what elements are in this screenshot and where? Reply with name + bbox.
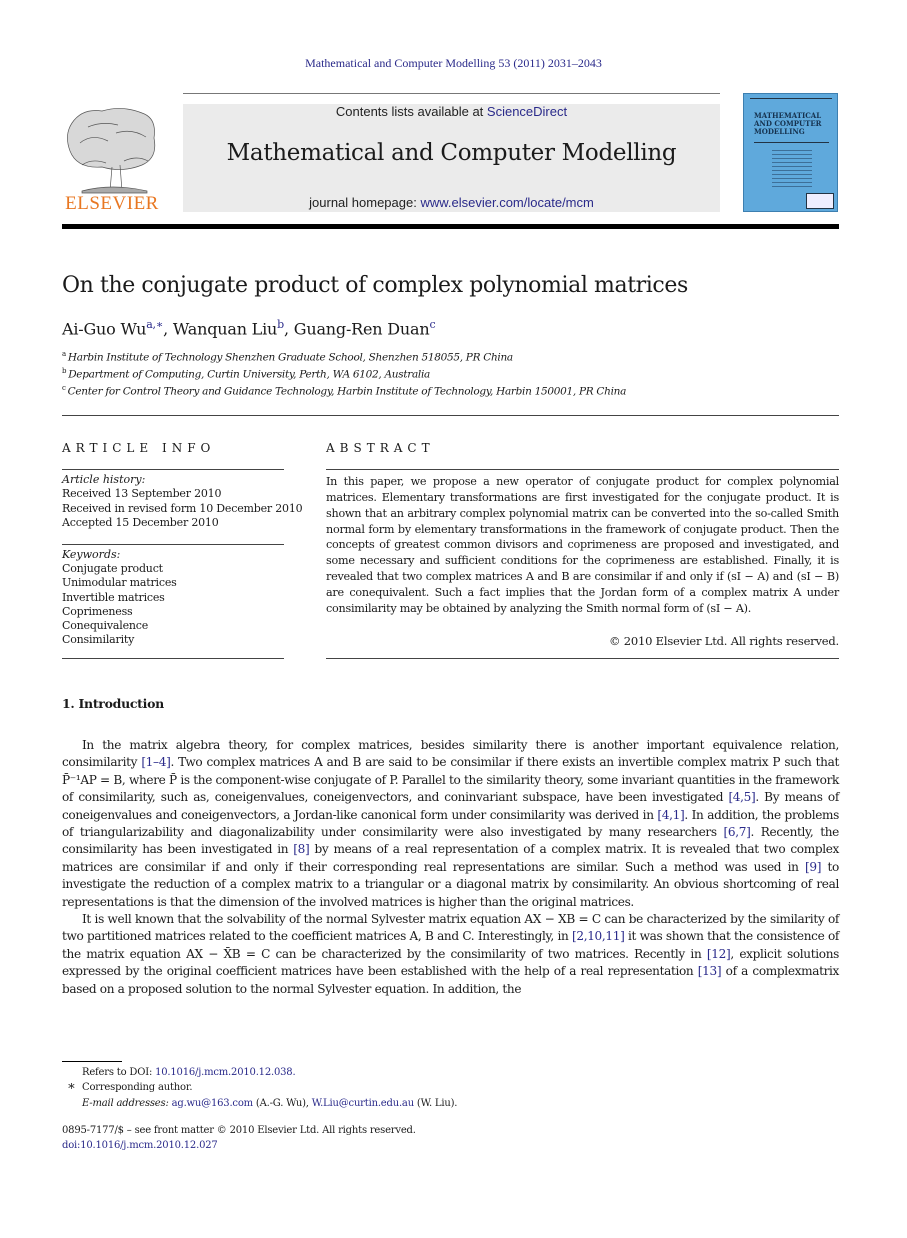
author-marks[interactable]: b bbox=[277, 318, 284, 331]
footnote-text: Refers to DOI: bbox=[82, 1067, 156, 1078]
section-heading-introduction: 1. Introduction bbox=[62, 696, 164, 711]
affiliation-mark: b bbox=[62, 367, 67, 375]
running-head[interactable]: Mathematical and Computer Modelling 53 (… bbox=[0, 56, 907, 71]
journal-title: Mathematical and Computer Modelling bbox=[226, 140, 677, 166]
cover-board-list bbox=[772, 150, 812, 188]
email-label: E-mail addresses: bbox=[82, 1098, 172, 1109]
abstract-heading: ABSTRACT bbox=[326, 441, 435, 455]
email-link[interactable]: W.Liu@curtin.edu.au bbox=[312, 1098, 414, 1109]
introduction-paragraph-1: In the matrix algebra theory, for comple… bbox=[62, 737, 839, 911]
author-name: Ai-Guo Wu bbox=[62, 319, 147, 339]
keywords-rule bbox=[62, 544, 284, 545]
keywords-label: Keywords: bbox=[62, 548, 121, 561]
keyword: Unimodular matrices bbox=[62, 576, 177, 589]
keyword: Consimilarity bbox=[62, 633, 135, 646]
journal-cover-image[interactable]: MATHEMATICAL AND COMPUTER MODELLING bbox=[743, 93, 838, 212]
author-name: Guang-Ren Duan bbox=[293, 319, 430, 339]
footnote-corresponding: Corresponding author. bbox=[82, 1082, 193, 1093]
journal-homepage-link[interactable]: www.elsevier.com/locate/mcm bbox=[420, 195, 593, 210]
keyword: Conjugate product bbox=[62, 562, 163, 575]
abstract-copyright: © 2010 Elsevier Ltd. All rights reserved… bbox=[609, 634, 839, 648]
citation-link[interactable]: [2,10,11] bbox=[572, 929, 625, 943]
top-rule bbox=[183, 93, 720, 94]
text-run: . Two complex matrices A and B are said … bbox=[62, 755, 839, 805]
email-owner: (A.-G. Wu), bbox=[252, 1098, 312, 1109]
footnote-emails: E-mail addresses: ag.wu@163.com (A.-G. W… bbox=[82, 1098, 457, 1109]
history-item: Received in revised form 10 December 201… bbox=[62, 502, 303, 515]
article-info-rule bbox=[62, 469, 284, 470]
cover-access-badge bbox=[806, 193, 834, 209]
abstract-bottom-rule bbox=[326, 658, 839, 659]
title-block-rule bbox=[62, 415, 839, 416]
affiliation-mark: a bbox=[62, 350, 66, 358]
affiliation: a Harbin Institute of Technology Shenzhen… bbox=[62, 350, 513, 364]
contents-line: Contents lists available at ScienceDirec… bbox=[183, 104, 720, 119]
affiliation: c Center for Control Theory and Guidance … bbox=[62, 384, 626, 398]
footnote-rule bbox=[62, 1061, 122, 1062]
citation-link[interactable]: [9] bbox=[805, 860, 821, 874]
affiliation-text: Harbin Institute of Technology Shenzhen … bbox=[67, 351, 513, 364]
keyword: Invertible matrices bbox=[62, 591, 165, 604]
citation-link[interactable]: [6,7] bbox=[724, 825, 751, 839]
citation-link[interactable]: [4,5] bbox=[728, 790, 755, 804]
homepage-prefix: journal homepage: bbox=[309, 195, 421, 210]
article-doi-link[interactable]: doi:10.1016/j.mcm.2010.12.027 bbox=[62, 1140, 218, 1151]
keyword: Conequivalence bbox=[62, 619, 149, 632]
introduction-paragraph-2: It is well known that the solvability of… bbox=[62, 911, 839, 998]
citation-link[interactable]: [1–4] bbox=[141, 755, 170, 769]
refers-doi-link[interactable]: 10.1016/j.mcm.2010.12.038. bbox=[155, 1067, 296, 1078]
email-owner: (W. Liu). bbox=[413, 1098, 458, 1109]
introduction-body: In the matrix algebra theory, for comple… bbox=[62, 737, 839, 998]
homepage-line: journal homepage: www.elsevier.com/locat… bbox=[183, 195, 720, 210]
author-marks[interactable]: c bbox=[429, 318, 435, 331]
affiliation: b Department of Computing, Curtin Univers… bbox=[62, 367, 430, 381]
email-link[interactable]: ag.wu@163.com bbox=[172, 1098, 254, 1109]
footnote-refers-doi: Refers to DOI: 10.1016/j.mcm.2010.12.038… bbox=[82, 1067, 296, 1078]
citation-link[interactable]: [13] bbox=[698, 964, 722, 978]
cover-title: MATHEMATICAL AND COMPUTER MODELLING bbox=[754, 111, 822, 136]
citation-link[interactable]: [12] bbox=[707, 947, 731, 961]
history-item: Accepted 15 December 2010 bbox=[62, 516, 219, 529]
abstract-text: In this paper, we propose a new operator… bbox=[326, 475, 839, 615]
article-title: On the conjugate product of complex poly… bbox=[62, 273, 688, 298]
sciencedirect-link[interactable]: ScienceDirect bbox=[487, 104, 567, 119]
abstract-rule bbox=[326, 469, 839, 470]
affiliation-mark: c bbox=[62, 384, 66, 392]
cover-rule-2 bbox=[754, 142, 829, 143]
affiliation-text: Center for Control Theory and Guidance T… bbox=[67, 385, 627, 398]
keyword: Coprimeness bbox=[62, 605, 133, 618]
author-marks[interactable]: a,∗ bbox=[146, 318, 163, 331]
corresponding-star-icon: ∗ bbox=[67, 1079, 76, 1094]
contents-prefix: Contents lists available at bbox=[335, 104, 487, 119]
cover-rule bbox=[750, 98, 832, 99]
masthead-thick-rule bbox=[62, 224, 839, 229]
article-info-bottom-rule bbox=[62, 658, 284, 659]
author-list: Ai-Guo Wua,∗, Wanquan Liub, Guang-Ren Du… bbox=[62, 318, 436, 339]
history-label: Article history: bbox=[62, 473, 146, 486]
citation-link[interactable]: [8] bbox=[293, 842, 309, 856]
citation-link[interactable]: [4,1] bbox=[657, 808, 684, 822]
author-name: Wanquan Liu bbox=[172, 319, 278, 339]
affiliation-text: Department of Computing, Curtin Universi… bbox=[68, 368, 430, 381]
history-item: Received 13 September 2010 bbox=[62, 487, 222, 500]
article-info-heading: ARTICLE INFO bbox=[62, 441, 216, 455]
issn-line: 0895-7177/$ – see front matter © 2010 El… bbox=[62, 1125, 416, 1136]
publisher-wordmark: ELSEVIER bbox=[65, 193, 159, 214]
